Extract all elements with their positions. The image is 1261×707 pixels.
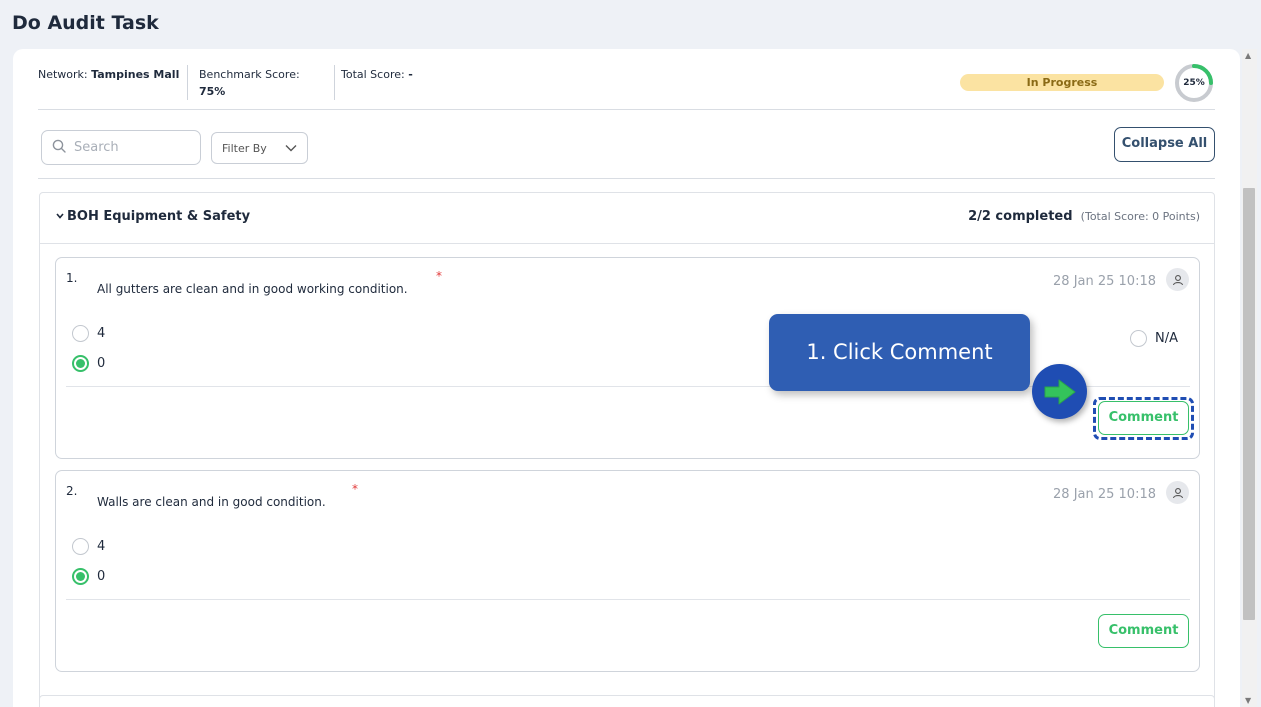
option-radio[interactable]: 4 (72, 538, 105, 555)
network-value: Tampines Mall (91, 68, 180, 81)
benchmark-info: Benchmark Score: 75% (199, 66, 329, 100)
radio-button[interactable] (1130, 330, 1147, 347)
scroll-up-icon[interactable]: ▲ (1245, 51, 1251, 60)
tutorial-callout: 1. Click Comment (769, 314, 1030, 391)
option-label: 4 (97, 539, 106, 554)
scroll-down-icon[interactable]: ▼ (1245, 696, 1251, 705)
question-card: 2. Walls are clean and in good condition… (55, 470, 1200, 672)
chevron-down-icon (56, 211, 64, 222)
required-mark: * (352, 482, 358, 496)
search-icon (52, 138, 66, 157)
radio-button[interactable] (72, 538, 89, 555)
benchmark-value: 75% (199, 85, 226, 98)
filter-dropdown[interactable]: Filter By (211, 132, 308, 164)
question-number: 1. (66, 271, 78, 285)
section-title-text: BOH Equipment & Safety (67, 209, 251, 224)
page-title: Do Audit Task (12, 12, 159, 34)
network-label: Network: (38, 68, 88, 81)
section-title[interactable]: BOH Equipment & Safety (56, 209, 250, 224)
benchmark-label: Benchmark Score: (199, 68, 300, 81)
total-score-label: Total Score: (341, 68, 405, 81)
radio-button[interactable] (72, 355, 89, 372)
completed-count: 2/2 completed (968, 209, 1073, 224)
meta-divider (187, 65, 188, 100)
na-option[interactable]: N/A (1130, 330, 1178, 347)
user-icon[interactable] (1166, 268, 1189, 291)
comment-button[interactable]: Comment (1098, 614, 1189, 648)
comment-highlight (1093, 397, 1194, 440)
user-icon[interactable] (1166, 481, 1189, 504)
question-text: All gutters are clean and in good workin… (97, 282, 408, 296)
option-radio[interactable]: 0 (72, 355, 105, 372)
audit-section: BOH Equipment & Safety 2/2 completed (To… (39, 192, 1215, 707)
total-score-info: Total Score: - (341, 66, 413, 83)
total-score-value: - (408, 68, 413, 81)
section-progress: 2/2 completed (Total Score: 0 Points) (968, 209, 1200, 224)
toolbar-divider (38, 178, 1215, 179)
filter-label: Filter By (222, 141, 267, 155)
option-label: 4 (97, 326, 106, 341)
chevron-down-icon (285, 142, 297, 155)
network-info: Network: Tampines Mall (38, 66, 188, 83)
scrollbar[interactable]: ▲ ▼ (1242, 49, 1257, 707)
status-badge: In Progress (960, 74, 1164, 91)
search-box[interactable] (41, 130, 201, 165)
arrow-right-icon (1032, 364, 1087, 419)
question-number: 2. (66, 484, 78, 498)
header-divider (38, 109, 1215, 110)
question-date: 28 Jan 25 10:18 (1053, 487, 1156, 502)
scroll-thumb[interactable] (1243, 188, 1255, 620)
question-date: 28 Jan 25 10:18 (1053, 274, 1156, 289)
next-section (39, 695, 1215, 707)
meta-divider (334, 65, 335, 100)
option-label: 0 (97, 356, 106, 371)
option-radio[interactable]: 0 (72, 568, 105, 585)
search-input[interactable] (74, 140, 184, 155)
question-text: Walls are clean and in good condition. (97, 495, 326, 509)
radio-button[interactable] (72, 568, 89, 585)
question-divider (66, 599, 1190, 600)
required-mark: * (436, 269, 442, 283)
option-radio[interactable]: 4 (72, 325, 105, 342)
progress-percent: 25% (1183, 78, 1205, 88)
option-label: 0 (97, 569, 106, 584)
radio-button[interactable] (72, 325, 89, 342)
na-label: N/A (1155, 331, 1178, 346)
collapse-all-button[interactable]: Collapse All (1114, 127, 1215, 162)
section-header[interactable]: BOH Equipment & Safety 2/2 completed (To… (40, 193, 1214, 244)
section-total-score: (Total Score: 0 Points) (1080, 210, 1200, 223)
